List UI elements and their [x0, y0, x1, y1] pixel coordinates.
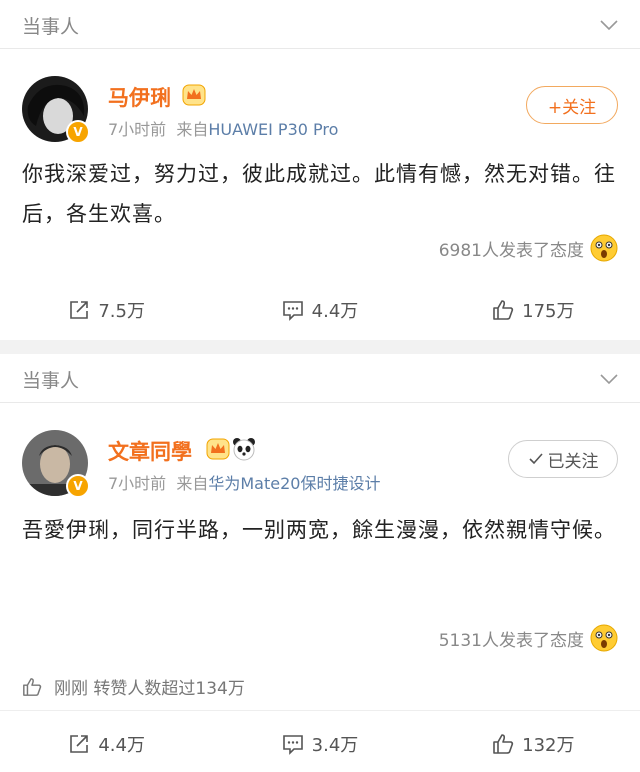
- like-note[interactable]: 刚刚 转赞人数超过134万: [22, 674, 245, 699]
- repost-button[interactable]: 4.4万: [0, 722, 213, 766]
- follow-button[interactable]: +关注: [526, 86, 618, 124]
- like-button[interactable]: 132万: [427, 722, 640, 766]
- post1-header: 当事人: [0, 0, 640, 49]
- like-note-text: 刚刚 转赞人数超过134万: [54, 679, 245, 699]
- reactions-count: 6981人发表了态度: [438, 240, 584, 261]
- comment-button[interactable]: 3.4万: [213, 722, 426, 766]
- chevron-down-icon[interactable]: [598, 14, 620, 36]
- comment-count: 4.4万: [311, 301, 359, 322]
- chevron-down-icon[interactable]: [598, 368, 620, 390]
- crown-badge-icon: [206, 438, 230, 460]
- source-prefix: 来自: [176, 120, 209, 139]
- verified-icon: V: [66, 120, 90, 144]
- comment-icon: [282, 301, 303, 321]
- post-content: 吾愛伊琍，同行半路，一别两宽，餘生漫漫，依然親情守候。: [22, 518, 616, 542]
- surprised-emoji-icon: [590, 624, 618, 652]
- source-device[interactable]: 华为Mate20保时捷设计: [208, 474, 380, 493]
- post-time: 7小时前: [108, 120, 167, 139]
- post1-header-title: 当事人: [22, 16, 80, 38]
- user-name[interactable]: 文章同學: [108, 436, 192, 466]
- post2-header-title: 当事人: [22, 370, 80, 392]
- reactions-summary[interactable]: 6981人发表了态度: [439, 234, 618, 262]
- follow-button-label: +关注: [547, 97, 597, 118]
- followed-button[interactable]: 已关注: [508, 440, 618, 478]
- post-content: 你我深爱过，努力过，彼此成就过。此情有憾，然无对错。往后，各生欢喜。: [22, 162, 616, 226]
- followed-button-label: 已关注: [547, 451, 599, 472]
- panda-icon: [233, 438, 255, 461]
- surprised-emoji-icon: [590, 234, 618, 262]
- like-count: 175万: [522, 301, 575, 322]
- comment-count: 3.4万: [311, 735, 359, 756]
- post-time: 7小时前: [108, 474, 167, 493]
- like-icon: [493, 734, 514, 754]
- reactions-summary[interactable]: 5131人发表了态度: [439, 624, 618, 652]
- comment-button[interactable]: 4.4万: [213, 288, 426, 332]
- reactions-count: 5131人发表了态度: [438, 630, 584, 651]
- post2-meta: 7小时前 来自华为Mate20保时捷设计: [108, 470, 380, 494]
- like-button[interactable]: 175万: [427, 288, 640, 332]
- verified-icon: V: [66, 474, 90, 498]
- action-divider: [0, 710, 640, 711]
- like-count: 132万: [522, 735, 575, 756]
- comment-icon: [282, 735, 303, 755]
- crown-badge-icon: [182, 84, 206, 106]
- post1-meta: 7小时前 来自HUAWEI P30 Pro: [108, 116, 338, 140]
- post1-action-bar: 7.5万 4.4万 175万: [0, 288, 640, 332]
- like-icon: [23, 677, 42, 696]
- repost-icon: [70, 301, 89, 319]
- repost-icon: [70, 735, 89, 753]
- repost-count: 4.4万: [98, 735, 145, 756]
- user-name[interactable]: 马伊琍: [108, 82, 171, 112]
- source-prefix: 来自: [176, 474, 209, 493]
- like-icon: [493, 300, 514, 320]
- post2-header: 当事人: [0, 354, 640, 403]
- repost-count: 7.5万: [98, 301, 145, 322]
- repost-button[interactable]: 7.5万: [0, 288, 213, 332]
- check-icon: [528, 453, 543, 465]
- post-divider: [0, 340, 640, 354]
- source-device[interactable]: HUAWEI P30 Pro: [208, 120, 338, 139]
- post2-action-bar: 4.4万 3.4万 132万: [0, 722, 640, 766]
